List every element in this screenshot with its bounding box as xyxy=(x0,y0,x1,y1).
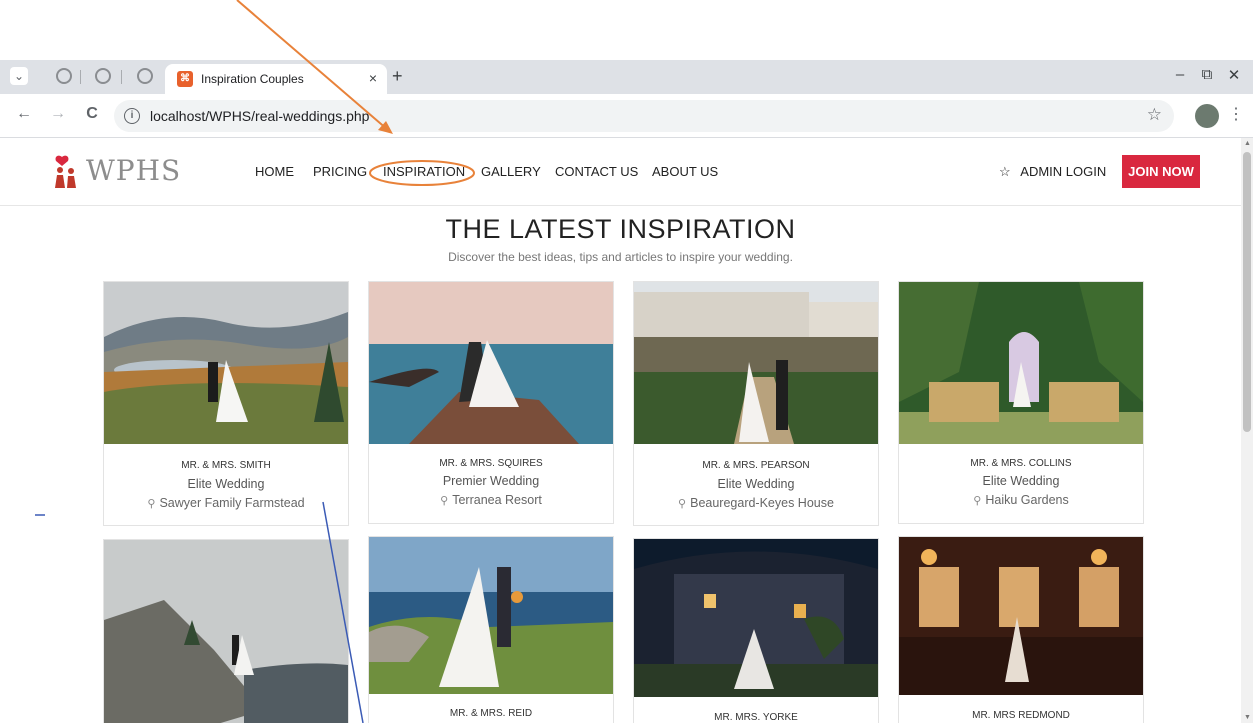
close-tab-icon[interactable]: × xyxy=(369,70,377,86)
venue-location: ⚲ Haiku Gardens xyxy=(899,493,1143,507)
package-name: Elite Wedding xyxy=(187,477,265,491)
wedding-photo[interactable] xyxy=(634,539,878,697)
venue-location: ⚲ Sawyer Family Farmstead xyxy=(104,496,348,510)
couple-card[interactable]: MR. & MRS. COLLINS Elite Wedding ⚲ Haiku … xyxy=(898,281,1144,524)
toolbar: ← → C i localhost/WPHS/real-weddings.php… xyxy=(0,94,1253,138)
couple-name: MR. & MRS. COLLINS xyxy=(970,458,1072,469)
couple-name: MR. & MRS. PEARSON xyxy=(702,460,810,471)
location-pin-icon: ⚲ xyxy=(973,495,982,507)
couple-name: MR. & MRS. SQUIRES xyxy=(439,458,543,469)
couple-name: MR. & MRS. REID xyxy=(449,708,533,719)
couple-card[interactable]: MR. & MRS. REID xyxy=(368,536,614,723)
web-page: WPHS HOME PRICING INSPIRATION GALLERY CO… xyxy=(0,138,1241,723)
back-icon[interactable]: ← xyxy=(14,105,34,123)
minimize-icon[interactable]: – xyxy=(1168,66,1192,83)
site-info-icon[interactable]: i xyxy=(124,108,140,124)
background-tab-icon[interactable] xyxy=(56,68,72,84)
menu-icon[interactable]: ⋮ xyxy=(1228,104,1244,124)
new-tab-icon[interactable]: + xyxy=(392,66,403,87)
venue-label: Terranea Resort xyxy=(452,493,542,507)
xampp-icon: ⌘ xyxy=(177,71,193,87)
background-tab-icon[interactable] xyxy=(95,68,111,84)
couple-name: MR. & MRS. SMITH xyxy=(181,460,271,471)
logo-text[interactable]: WPHS xyxy=(86,154,181,187)
restore-icon[interactable]: ⧉ xyxy=(1195,66,1219,83)
tab-title: Inspiration Couples xyxy=(201,72,304,86)
couple-card[interactable] xyxy=(103,539,349,723)
wedding-photo[interactable] xyxy=(369,537,613,694)
nav-pricing[interactable]: PRICING xyxy=(313,164,367,179)
couple-logo-icon[interactable] xyxy=(53,154,79,188)
tab-search-icon[interactable]: ⌄ xyxy=(10,67,28,85)
join-now-button[interactable]: JOIN NOW xyxy=(1122,155,1200,188)
site-header: WPHS HOME PRICING INSPIRATION GALLERY CO… xyxy=(0,138,1241,206)
couple-card[interactable]: MR. MRS REDMOND xyxy=(898,536,1144,723)
active-tab[interactable]: ⌘ Inspiration Couples × xyxy=(165,64,387,94)
nav-gallery[interactable]: GALLERY xyxy=(481,164,541,179)
screenshot: ⌄ ⌘ Inspiration Couples × + – ⧉ ✕ ← → C … xyxy=(0,0,1253,723)
couple-name: MR. MRS. YORKE xyxy=(714,712,798,723)
wedding-photo[interactable] xyxy=(104,282,348,444)
wedding-photo[interactable] xyxy=(899,282,1143,444)
venue-location: ⚲ Beauregard-Keyes House xyxy=(634,496,878,510)
page-title: THE LATEST INSPIRATION xyxy=(445,214,796,244)
nav-inspiration[interactable]: INSPIRATION xyxy=(383,164,465,179)
tab-strip: ⌄ ⌘ Inspiration Couples × + – ⧉ ✕ xyxy=(0,60,1253,94)
url-text[interactable]: localhost/WPHS/real-weddings.php xyxy=(150,108,369,124)
admin-login-link[interactable]: ☆ ADMIN LOGIN xyxy=(999,164,1106,180)
background-tab-icon[interactable] xyxy=(137,68,153,84)
wedding-photo[interactable] xyxy=(899,537,1143,695)
couple-card[interactable]: MR. & MRS. SMITH Elite Wedding ⚲ Sawyer F… xyxy=(103,281,349,526)
venue-label: Sawyer Family Farmstead xyxy=(159,496,305,510)
package-name: Premier Wedding xyxy=(442,474,540,488)
browser-window: ⌄ ⌘ Inspiration Couples × + – ⧉ ✕ ← → C … xyxy=(0,60,1253,723)
location-pin-icon: ⚲ xyxy=(678,498,687,510)
nav-home[interactable]: HOME xyxy=(255,164,294,179)
tab-divider xyxy=(121,70,122,84)
scrollbar-thumb[interactable] xyxy=(1243,152,1251,432)
reload-icon[interactable]: C xyxy=(82,105,102,123)
venue-label: Beauregard-Keyes House xyxy=(690,496,834,510)
package-name: Elite Wedding xyxy=(982,474,1060,488)
scroll-down-icon[interactable]: ▼ xyxy=(1244,714,1251,721)
scroll-up-icon[interactable]: ▲ xyxy=(1244,140,1251,147)
couple-card[interactable]: MR. & MRS. SQUIRES Premier Wedding ⚲ Terr… xyxy=(368,281,614,524)
wedding-photo[interactable] xyxy=(369,282,613,444)
location-pin-icon: ⚲ xyxy=(147,498,156,510)
profile-avatar[interactable] xyxy=(1195,104,1219,128)
forward-icon[interactable]: → xyxy=(48,105,68,123)
page-scrollbar[interactable]: ▲ ▼ xyxy=(1241,138,1253,723)
couple-name: MR. MRS REDMOND xyxy=(972,710,1070,721)
close-window-icon[interactable]: ✕ xyxy=(1222,66,1246,84)
admin-login-label: ADMIN LOGIN xyxy=(1020,164,1107,179)
page-subtitle: Discover the best ideas, tips and articl… xyxy=(448,250,793,264)
venue-label: Haiku Gardens xyxy=(985,493,1069,507)
couple-card[interactable]: MR. & MRS. PEARSON Elite Wedding ⚲ Beaure… xyxy=(633,281,879,526)
package-name: Elite Wedding xyxy=(717,477,795,491)
nav-about-us[interactable]: ABOUT US xyxy=(652,164,718,179)
wedding-photo[interactable] xyxy=(104,540,348,723)
address-bar[interactable]: i localhost/WPHS/real-weddings.php ☆ xyxy=(114,100,1174,132)
tab-divider xyxy=(80,70,81,84)
couple-card[interactable]: MR. MRS. YORKE xyxy=(633,538,879,723)
wedding-photo[interactable] xyxy=(634,282,878,444)
venue-location: ⚲ Terranea Resort xyxy=(369,493,613,507)
star-icon: ☆ xyxy=(999,164,1011,179)
location-pin-icon: ⚲ xyxy=(440,495,449,507)
bookmark-star-icon[interactable]: ☆ xyxy=(1147,105,1162,125)
nav-contact-us[interactable]: CONTACT US xyxy=(555,164,638,179)
